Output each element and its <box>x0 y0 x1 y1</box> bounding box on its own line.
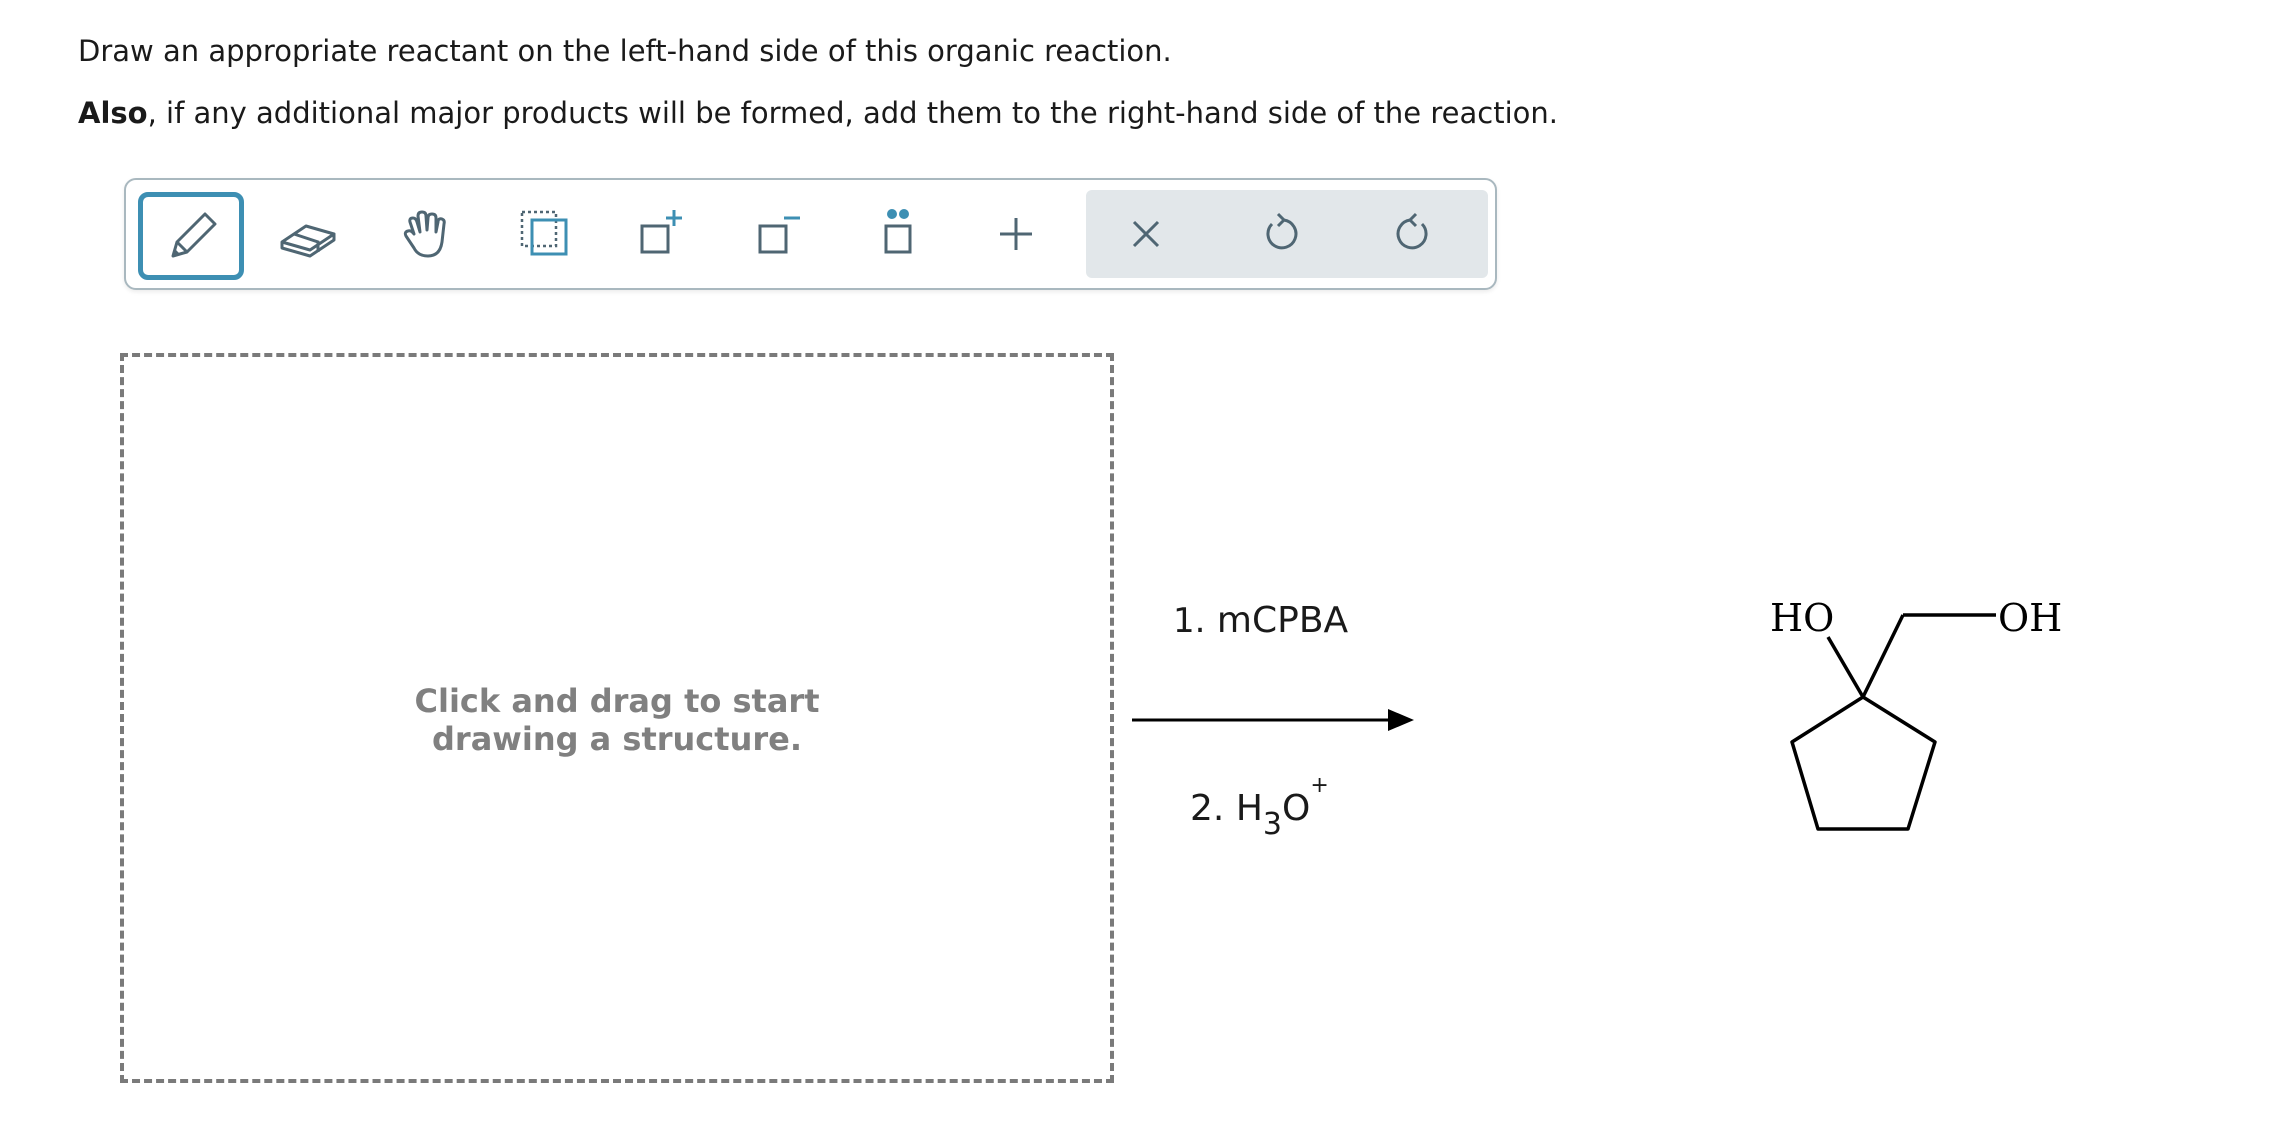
lone-pair-tool-button[interactable] <box>846 192 950 276</box>
select-tool-button[interactable] <box>492 192 596 276</box>
redo-tool-button[interactable] <box>1362 192 1466 276</box>
positive-charge-tool-button[interactable] <box>610 192 714 276</box>
canvas-hint-line-2: drawing a structure. <box>432 720 802 758</box>
plus-icon <box>1000 218 1032 250</box>
canvas-hint-line-1: Click and drag to start <box>414 682 820 720</box>
product-label-oh: OH <box>1998 596 2062 640</box>
canvas-hint: Click and drag to start drawing a struct… <box>124 682 1110 758</box>
also-bold: Also <box>78 96 148 130</box>
question-line-2-rest: , if any additional major products will … <box>147 96 1558 130</box>
redo-icon <box>1396 212 1428 250</box>
reaction-arrow <box>1132 709 1414 731</box>
hand-icon <box>403 210 446 258</box>
step-2-charge: + <box>1310 773 1329 798</box>
clear-tool-button[interactable] <box>1094 192 1198 276</box>
plus-tool-button[interactable] <box>964 192 1068 276</box>
product-label-ho: HO <box>1770 596 1834 640</box>
step-1-number: 1. <box>1173 601 1206 641</box>
reactant-drawing-canvas[interactable]: Click and drag to start drawing a struct… <box>120 353 1114 1083</box>
step-2-o: O <box>1281 788 1311 829</box>
drawing-toolbar <box>124 178 1497 290</box>
add-positive-charge-icon <box>640 210 682 254</box>
eraser-tool-button[interactable] <box>256 192 360 276</box>
step-2-h: H <box>1235 788 1263 829</box>
question-line-1: Draw an appropriate reactant on the left… <box>78 34 1172 68</box>
product-structure[interactable]: HO OH <box>1760 585 2090 845</box>
close-icon <box>1132 220 1160 248</box>
pencil-icon <box>171 212 217 258</box>
pencil-tool-button[interactable] <box>138 192 244 280</box>
step-2-subscript: 3 <box>1262 807 1282 842</box>
undo-tool-button[interactable] <box>1228 192 1332 276</box>
question-line-2: Also, if any additional major products w… <box>78 96 1558 130</box>
hand-tool-button[interactable] <box>374 192 478 276</box>
eraser-icon <box>280 224 336 258</box>
reagent-step-1: 1. mCPBA <box>1173 600 1348 641</box>
reagent-step-2: 2. H3O+ <box>1190 773 1329 842</box>
lone-pair-icon <box>884 209 912 254</box>
undo-icon <box>1266 212 1298 250</box>
select-box-icon <box>520 210 568 256</box>
product-bonds <box>1790 613 1996 831</box>
negative-charge-tool-button[interactable] <box>728 192 832 276</box>
step-1-reagent: mCPBA <box>1216 600 1349 641</box>
step-2-number: 2. <box>1190 788 1225 829</box>
add-negative-charge-icon <box>758 216 800 254</box>
